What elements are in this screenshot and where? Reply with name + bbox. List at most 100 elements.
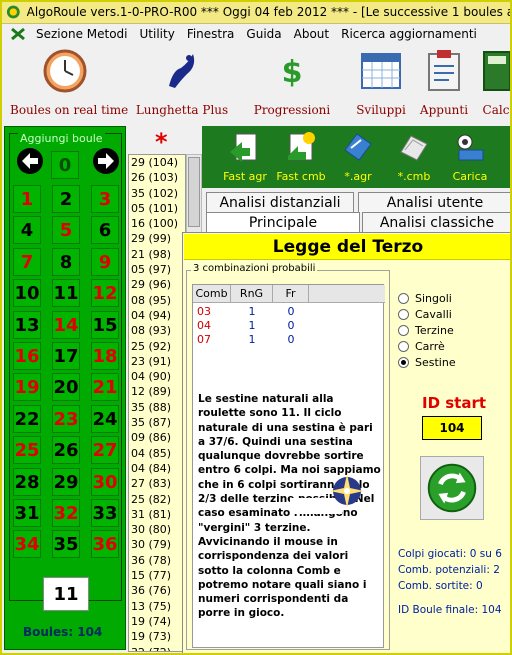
- fast-cmb-button[interactable]: Fast cmb: [274, 130, 328, 183]
- sviluppi-button[interactable]: Sviluppi: [350, 48, 412, 117]
- history-item[interactable]: 36 (76): [129, 583, 185, 598]
- radio-dot[interactable]: [398, 357, 409, 368]
- number-15[interactable]: 15: [91, 310, 119, 339]
- number-6[interactable]: 6: [91, 216, 119, 245]
- number-1[interactable]: 1: [13, 185, 41, 213]
- number-4[interactable]: 4: [13, 216, 41, 245]
- history-item[interactable]: 19 (73): [129, 629, 185, 644]
- carica-button[interactable]: Carica: [448, 130, 492, 183]
- number-2[interactable]: 2: [52, 185, 80, 213]
- number-13[interactable]: 13: [13, 310, 41, 339]
- scrollbar-thumb[interactable]: [188, 157, 200, 227]
- cmb-file-button[interactable]: *.cmb: [392, 130, 436, 183]
- number-22[interactable]: 22: [13, 404, 41, 433]
- number-19[interactable]: 19: [13, 373, 41, 402]
- number-32[interactable]: 32: [52, 499, 80, 527]
- history-list[interactable]: 29 (104) 26 (103) 35 (102) 05 (101) 16 (100)…: [128, 154, 186, 652]
- grid-cell-comb[interactable]: 04: [193, 319, 231, 333]
- number-12[interactable]: 12: [91, 279, 119, 308]
- boules-realtime-button[interactable]: Boules on real time: [10, 48, 128, 117]
- menu-app-icon[interactable]: [10, 27, 26, 41]
- tab-principale[interactable]: Principale: [206, 212, 360, 232]
- radio-dot[interactable]: [398, 309, 409, 320]
- menu-finestra[interactable]: Finestra: [181, 27, 241, 41]
- history-item[interactable]: 08 (95): [129, 293, 185, 308]
- arrow-left-icon[interactable]: [15, 147, 45, 175]
- grid-cell-comb[interactable]: 03: [193, 305, 231, 319]
- number-8[interactable]: 8: [52, 247, 80, 276]
- history-item[interactable]: 08 (93): [129, 323, 185, 338]
- lunghetta-plus-button[interactable]: Lunghetta Plus: [132, 48, 232, 117]
- menu-guida[interactable]: Guida: [240, 27, 287, 41]
- history-item[interactable]: 12 (89): [129, 384, 185, 399]
- history-item[interactable]: 23 (91): [129, 354, 185, 369]
- refresh-button[interactable]: [420, 456, 484, 520]
- menu-about[interactable]: About: [288, 27, 335, 41]
- history-item[interactable]: 05 (97): [129, 262, 185, 277]
- number-24[interactable]: 24: [91, 404, 119, 433]
- number-28[interactable]: 28: [13, 467, 41, 496]
- number-30[interactable]: 30: [91, 467, 119, 496]
- history-item[interactable]: 35 (102): [129, 186, 185, 201]
- number-5[interactable]: 5: [52, 216, 80, 245]
- number-11[interactable]: 11: [52, 279, 80, 308]
- radio-dot[interactable]: [398, 325, 409, 336]
- grid-cell-comb[interactable]: 07: [193, 333, 231, 347]
- history-item[interactable]: 29 (99): [129, 231, 185, 246]
- history-item[interactable]: 26 (103): [129, 170, 185, 185]
- number-35[interactable]: 35: [52, 530, 80, 559]
- grid-header-comb[interactable]: Comb: [193, 285, 231, 303]
- history-item[interactable]: 27 (83): [129, 476, 185, 491]
- number-9[interactable]: 9: [91, 247, 119, 276]
- agr-file-button[interactable]: *.agr: [336, 130, 380, 183]
- history-item[interactable]: 30 (80): [129, 522, 185, 537]
- history-item[interactable]: 16 (100): [129, 216, 185, 231]
- history-item[interactable]: 04 (85): [129, 446, 185, 461]
- history-item[interactable]: 29 (104): [129, 155, 185, 170]
- history-item[interactable]: 31 (81): [129, 507, 185, 522]
- number-27[interactable]: 27: [91, 436, 119, 465]
- grid-header-fr[interactable]: Fr: [273, 285, 309, 303]
- appunti-button[interactable]: Appunti: [416, 48, 472, 117]
- history-item[interactable]: 29 (96): [129, 277, 185, 292]
- number-26[interactable]: 26: [52, 436, 80, 465]
- history-item[interactable]: 05 (101): [129, 201, 185, 216]
- number-16[interactable]: 16: [13, 342, 41, 370]
- number-7[interactable]: 7: [13, 247, 41, 276]
- menu-sezione-metodi[interactable]: Sezione Metodi: [30, 27, 134, 41]
- number-36[interactable]: 36: [91, 530, 119, 559]
- radio-cavalli[interactable]: Cavalli: [398, 308, 452, 321]
- history-item[interactable]: 21 (98): [129, 247, 185, 262]
- number-20[interactable]: 20: [52, 373, 80, 402]
- radio-singoli[interactable]: Singoli: [398, 292, 452, 305]
- history-item[interactable]: 13 (75): [129, 599, 185, 614]
- number-17[interactable]: 17: [52, 342, 80, 370]
- arrow-right-icon[interactable]: [91, 147, 121, 175]
- radio-carr[interactable]: Carrè: [398, 340, 445, 353]
- number-25[interactable]: 25: [13, 436, 41, 465]
- number-29[interactable]: 29: [52, 467, 80, 496]
- menu-ricerca-aggiornamenti[interactable]: Ricerca aggiornamenti: [335, 27, 483, 41]
- fast-agr-button[interactable]: Fast agr: [218, 130, 272, 183]
- history-item[interactable]: 04 (84): [129, 461, 185, 476]
- calc-button[interactable]: Calc: [480, 48, 512, 117]
- radio-sestine[interactable]: Sestine: [398, 356, 456, 369]
- tab-analisi-utente[interactable]: Analisi utente: [358, 192, 512, 212]
- number-23[interactable]: 23: [52, 404, 80, 433]
- history-item[interactable]: 15 (77): [129, 568, 185, 583]
- radio-terzine[interactable]: Terzine: [398, 324, 454, 337]
- history-item[interactable]: 09 (86): [129, 430, 185, 445]
- history-item[interactable]: 19 (74): [129, 614, 185, 629]
- history-item[interactable]: 04 (90): [129, 369, 185, 384]
- history-item[interactable]: 04 (94): [129, 308, 185, 323]
- history-item[interactable]: 30 (79): [129, 537, 185, 552]
- number-14[interactable]: 14: [52, 310, 80, 339]
- tab-analisi-classiche[interactable]: Analisi classiche: [362, 212, 512, 232]
- menu-utility[interactable]: Utility: [134, 27, 181, 41]
- history-item[interactable]: 35 (87): [129, 415, 185, 430]
- grid-header-rng[interactable]: RnG: [231, 285, 273, 303]
- number-0[interactable]: 0: [51, 151, 79, 179]
- number-21[interactable]: 21: [91, 373, 119, 402]
- radio-dot[interactable]: [398, 341, 409, 352]
- number-10[interactable]: 10: [13, 279, 41, 308]
